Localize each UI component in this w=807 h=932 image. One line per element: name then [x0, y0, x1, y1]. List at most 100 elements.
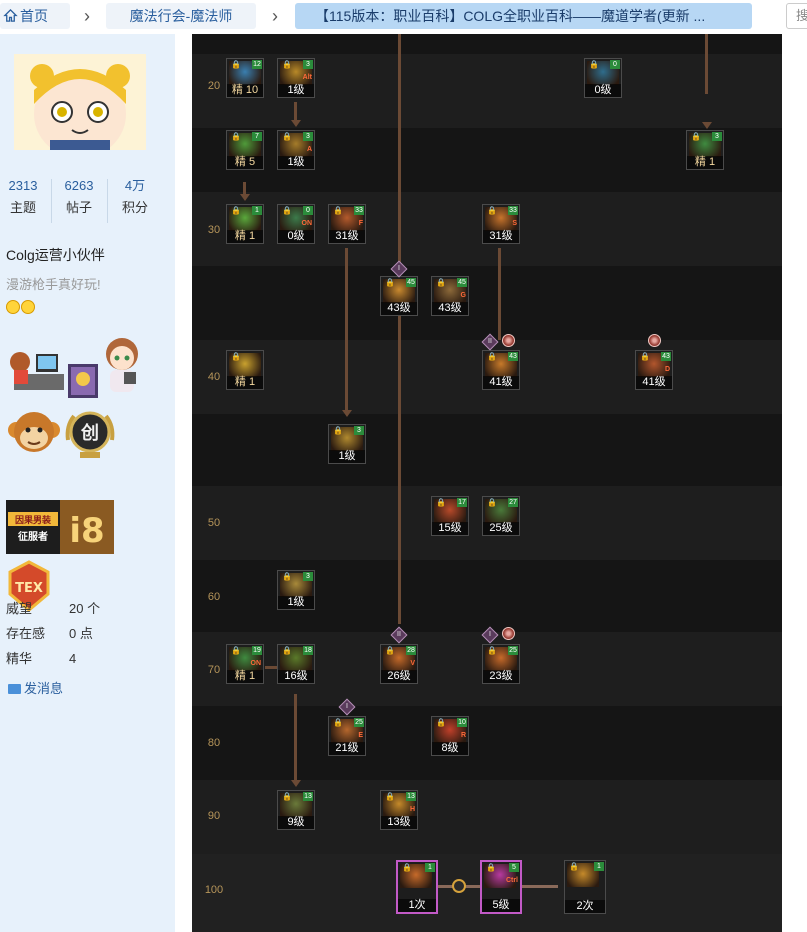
skill-slot-s70c[interactable]: 🔒 28 V 26级 [380, 644, 418, 684]
skill-slot-s90b[interactable]: 🔒 13 H 13级 [380, 790, 418, 830]
medal-i8[interactable]: i8 [60, 500, 114, 554]
skill-slot-s20b[interactable]: 🔒 3 Alt 1级 [277, 58, 315, 98]
skill-slot-s30b[interactable]: 🔒 0 ON 0级 [277, 204, 315, 244]
skill-slot-s100b[interactable]: 🔒 5 Ctrl 5级 [480, 860, 522, 914]
skill-max-badge: 13 [406, 792, 416, 801]
lock-icon: 🔒 [385, 792, 395, 801]
stat-posts[interactable]: 6263 帖子 [56, 177, 102, 221]
skill-level-label: 2次 [565, 900, 605, 913]
breadcrumb-section-link[interactable]: 魔法行会-魔法师 [106, 3, 256, 29]
skill-level-label: 精 5 [227, 156, 263, 169]
skill-level-label: 23级 [483, 670, 519, 683]
skill-hotkey: V [410, 660, 415, 667]
skill-slot-s20c[interactable]: 🔒 0 0级 [584, 58, 622, 98]
skill-slot-s90a[interactable]: 🔒 13 9级 [277, 790, 315, 830]
skill-level-label: 43级 [381, 302, 417, 315]
stat-topics[interactable]: 2313 主题 [0, 177, 46, 221]
skill-max-badge: 33 [508, 206, 518, 215]
svg-text:征服者: 征服者 [18, 530, 48, 543]
medal-conqueror[interactable]: 因果男装 征服者 [6, 500, 60, 554]
medal-girl[interactable] [100, 334, 144, 398]
skill-max-badge: 17 [457, 498, 467, 507]
skill-slot-s50b[interactable]: 🔒 27 25级 [482, 496, 520, 536]
skill-level-label: 精 1 [227, 230, 263, 243]
skill-level-label: 13级 [381, 816, 417, 829]
skill-level-label: 0级 [585, 84, 621, 97]
info-value: 20 个 [69, 601, 101, 616]
skill-slot-s45a[interactable]: 🔒 3 1级 [328, 424, 366, 464]
lock-icon: 🔒 [282, 60, 292, 69]
lock-icon: 🔒 [231, 646, 241, 655]
skill-hotkey: ON [301, 220, 313, 227]
level-label: 80 [207, 737, 221, 749]
skill-slot-s70b[interactable]: 🔒 18 16级 [277, 644, 315, 684]
conqueror-badge-icon: 因果男装 征服者 [6, 500, 60, 554]
lock-icon: 🔒 [691, 132, 701, 141]
skill-slot-s100c[interactable]: 🔒 1 2次 [564, 860, 606, 914]
skill-max-badge: 5 [509, 863, 519, 872]
lock-icon: 🔒 [231, 206, 241, 215]
level-label: 20 [207, 80, 221, 92]
username[interactable]: Colg运营小伙伴 [6, 245, 105, 265]
lock-icon: 🔒 [589, 60, 599, 69]
lock-icon: 🔒 [385, 278, 395, 287]
stat-posts-value: 6263 [64, 178, 94, 193]
clock-icon [452, 879, 466, 893]
skill-slot-s20a[interactable]: 🔒 12 精 10 [226, 58, 264, 98]
skill-slot-s30c[interactable]: 🔒 33 F 31级 [328, 204, 366, 244]
skill-slot-s30d[interactable]: 🔒 33 S 31级 [482, 204, 520, 244]
skill-slot-s35b[interactable]: 🔒 45 G 43级 [431, 276, 469, 316]
smiley-icon [21, 300, 35, 314]
skill-slot-s80b[interactable]: 🔒 10 R 8级 [431, 716, 469, 756]
candy-icon [502, 627, 515, 640]
skill-slot-s40b[interactable]: 🔒 43 41级 [482, 350, 520, 390]
skill-max-badge: 13 [303, 792, 313, 801]
skill-level-label: 精 1 [227, 670, 263, 683]
breadcrumb-thread-link[interactable]: 【115版本：职业百科】COLG全职业百科——魔道学者(更新 ... [295, 3, 752, 29]
skill-slot-s40c[interactable]: 🔒 43 D 41级 [635, 350, 673, 390]
svg-text:i8: i8 [69, 511, 104, 551]
avatar-image [14, 54, 146, 150]
stat-points[interactable]: 4万 积分 [112, 177, 158, 221]
medal-chuang[interactable]: 创 [62, 406, 118, 462]
medal-monkey[interactable] [6, 406, 62, 462]
skill-max-badge: 45 [406, 278, 416, 287]
stat-topics-value: 2313 [8, 178, 38, 193]
skill-slot-s100a[interactable]: 🔒 1 1次 [396, 860, 438, 914]
skill-slot-s70a[interactable]: 🔒 19 ON 精 1 [226, 644, 264, 684]
skill-slot-s70d[interactable]: 🔒 25 23级 [482, 644, 520, 684]
medal-staff[interactable] [6, 334, 68, 396]
skill-hotkey: ON [250, 660, 262, 667]
skill-slot-s25c[interactable]: 🔒 3 精 1 [686, 130, 724, 170]
smiley-icons [6, 300, 36, 317]
connector-line [243, 182, 246, 194]
lock-icon: 🔒 [282, 792, 292, 801]
skill-slot-s50a[interactable]: 🔒 17 15级 [431, 496, 469, 536]
user-motto: 漫游枪手真好玩! [6, 277, 101, 292]
stat-points-label: 积分 [121, 200, 148, 215]
skill-max-badge: 25 [508, 646, 518, 655]
chevron-right-icon: › [272, 6, 278, 26]
avatar[interactable] [14, 54, 146, 150]
skill-slot-s30a[interactable]: 🔒 1 精 1 [226, 204, 264, 244]
search-button[interactable]: 搜 [786, 3, 807, 29]
medal-card[interactable] [68, 364, 98, 398]
skill-slot-s35a[interactable]: 🔒 45 43级 [380, 276, 418, 316]
connector-line [294, 102, 297, 120]
lock-icon: 🔒 [402, 863, 412, 872]
arrow-down-icon [702, 122, 712, 129]
breadcrumb-home-link[interactable]: 首页 [0, 3, 70, 29]
skill-level-label: 5级 [482, 899, 520, 912]
skill-slot-s80a[interactable]: 🔒 25 E 21级 [328, 716, 366, 756]
arrow-down-icon [291, 120, 301, 127]
connector-line [294, 694, 297, 780]
lock-icon: 🔒 [487, 498, 497, 507]
skill-slot-s60a[interactable]: 🔒 3 1级 [277, 570, 315, 610]
skill-slot-s25a[interactable]: 🔒 7 精 5 [226, 130, 264, 170]
skill-slot-s40a[interactable]: 🔒 精 1 [226, 350, 264, 390]
send-message-link[interactable]: 发消息 [8, 678, 63, 697]
skill-max-badge: 3 [303, 60, 313, 69]
skill-max-badge: 3 [354, 426, 364, 435]
arrow-down-icon [240, 194, 250, 201]
skill-slot-s25b[interactable]: 🔒 3 A 1级 [277, 130, 315, 170]
